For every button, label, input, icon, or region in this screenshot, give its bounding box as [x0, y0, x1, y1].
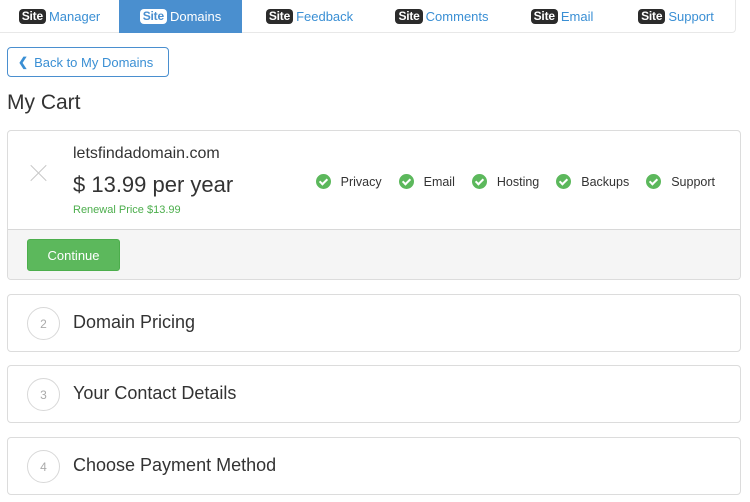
back-to-domains-button[interactable]: ❮ Back to My Domains: [7, 47, 169, 77]
nav-tab-label: Feedback: [296, 9, 354, 24]
feature-backups: Backups: [556, 174, 629, 189]
nav-tab-manager[interactable]: Site Manager: [0, 0, 119, 33]
step-contact-details[interactable]: 3 Your Contact Details: [7, 365, 741, 423]
feature-privacy: Privacy: [315, 174, 382, 189]
nav-tab-domains[interactable]: Site Domains: [119, 0, 242, 33]
check-circle-icon: [646, 174, 662, 189]
step-label: Choose Payment Method: [73, 455, 277, 475]
domain-name: letsfindadomain.com: [73, 145, 220, 162]
feature-label: Privacy: [340, 174, 382, 189]
continue-button[interactable]: Continue: [27, 239, 120, 271]
remove-item-icon[interactable]: [30, 164, 48, 182]
nav-tab-feedback[interactable]: Site Feedback: [242, 0, 377, 33]
feature-hosting: Hosting: [471, 174, 540, 189]
site-logo-badge: Site: [139, 9, 167, 24]
step-payment-method[interactable]: 4 Choose Payment Method: [7, 437, 741, 495]
feature-label: Email: [423, 174, 455, 189]
site-logo-badge: Site: [530, 9, 558, 24]
cart-item-body: letsfindadomain.com $ 13.99 per year Ren…: [8, 131, 740, 229]
check-circle-icon: [398, 174, 414, 189]
step-number: 3: [27, 378, 60, 411]
step-label: Domain Pricing: [73, 312, 196, 332]
step-label: Your Contact Details: [73, 383, 237, 403]
feature-label: Backups: [581, 174, 630, 189]
site-logo-badge: Site: [265, 9, 294, 24]
step-number: 4: [27, 450, 60, 483]
nav-tab-support[interactable]: Site Support: [617, 0, 735, 33]
site-logo-badge: Site: [638, 9, 666, 24]
nav-tab-label: Support: [668, 9, 714, 24]
nav-tab-label: Manager: [48, 9, 101, 24]
nav-tab-label: Email: [560, 9, 594, 24]
nav-tab-label: Comments: [425, 9, 489, 24]
site-logo-badge: Site: [18, 9, 46, 24]
step-number: 2: [27, 307, 60, 340]
feature-list: Privacy Email Hosting Backups Support: [299, 174, 715, 189]
cart-footer: Continue: [8, 229, 740, 279]
feature-label: Hosting: [496, 174, 540, 189]
check-circle-icon: [471, 174, 487, 189]
page-title: My Cart: [7, 91, 81, 114]
back-button-label: Back to My Domains: [34, 54, 154, 70]
step-domain-pricing[interactable]: 2 Domain Pricing: [7, 294, 741, 352]
nav-tab-label: Domains: [169, 9, 222, 24]
chevron-left-icon: ❮: [18, 55, 29, 69]
feature-support: Support: [646, 174, 715, 189]
nav-tab-email[interactable]: Site Email: [507, 0, 617, 33]
cart-item-panel: letsfindadomain.com $ 13.99 per year Ren…: [7, 130, 741, 280]
renewal-price: Renewal Price $13.99: [73, 204, 181, 216]
site-logo-badge: Site: [395, 9, 423, 24]
check-circle-icon: [315, 174, 331, 189]
feature-email: Email: [398, 174, 455, 189]
top-navigation: Site Manager Site Domains Site Feedback …: [0, 0, 736, 33]
domain-price: $ 13.99 per year: [73, 172, 234, 197]
check-circle-icon: [556, 174, 572, 189]
feature-label: Support: [671, 174, 715, 189]
nav-tab-comments[interactable]: Site Comments: [377, 0, 507, 33]
